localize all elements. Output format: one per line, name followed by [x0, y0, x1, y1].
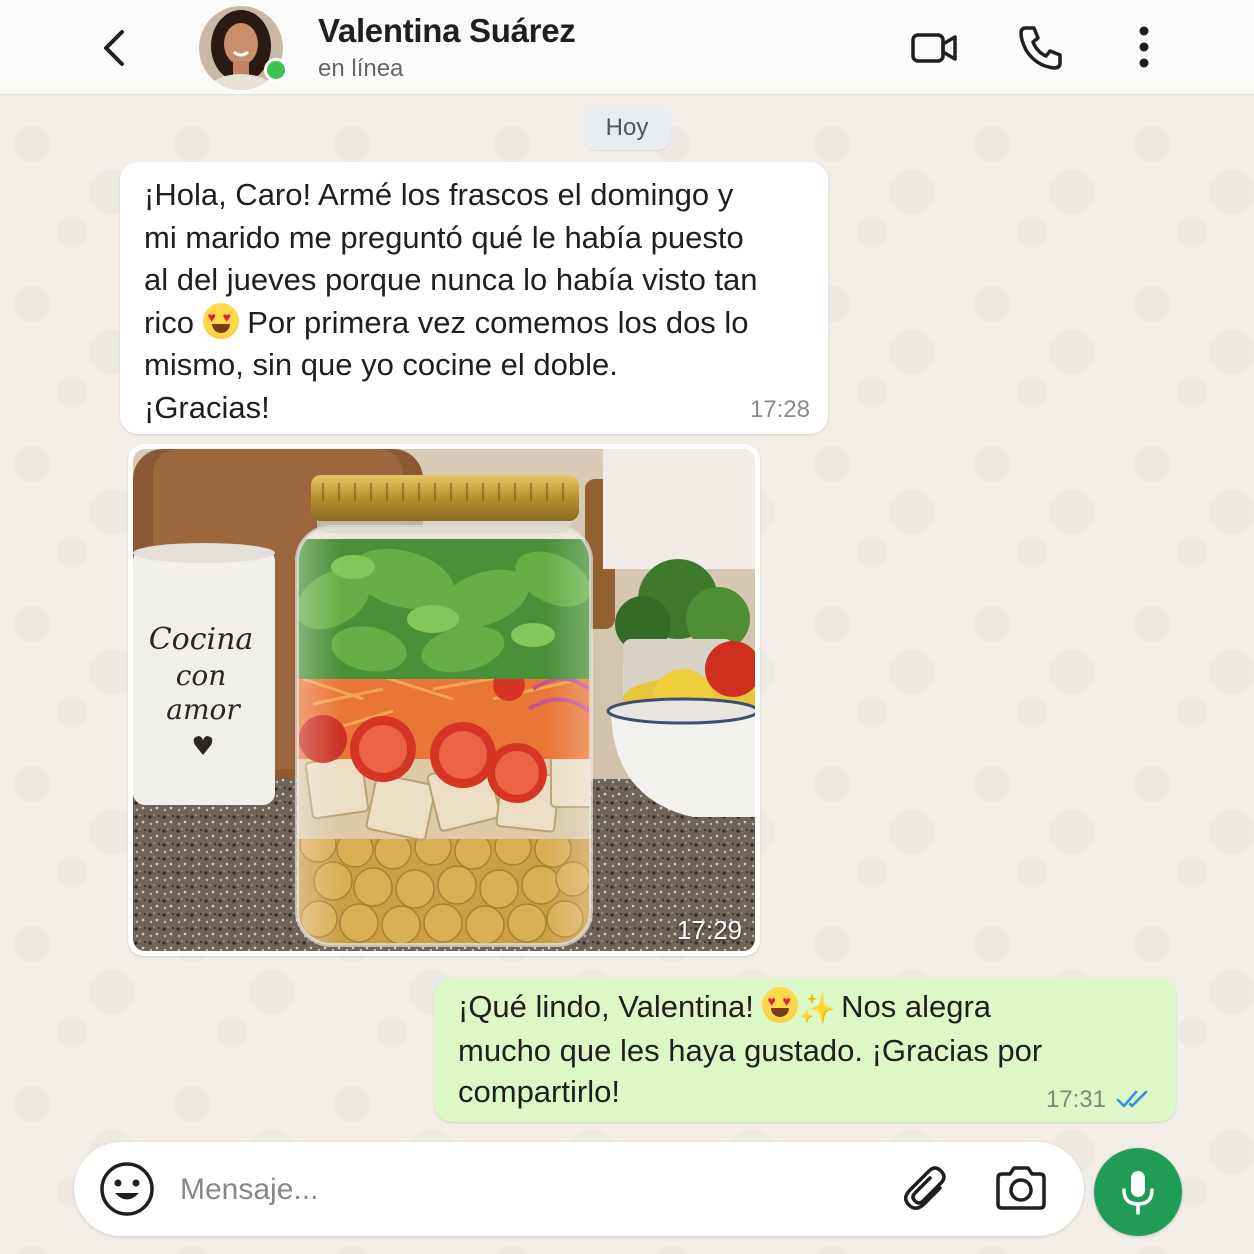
contact-name[interactable]: Valentina Suárez — [318, 12, 576, 50]
camera-icon — [996, 1166, 1046, 1210]
more-options-icon — [1139, 26, 1149, 68]
svg-text:amor: amor — [166, 693, 241, 726]
message-time: 17:31 — [1045, 1086, 1106, 1113]
mic-icon — [1122, 1171, 1154, 1215]
video-call-icon — [911, 33, 957, 63]
incoming-message[interactable]: ¡Hola, Caro! Armé los frascos el domingo… — [120, 162, 828, 434]
attach-button[interactable] — [900, 1162, 954, 1216]
back-icon — [104, 30, 124, 66]
message-line: mi marido me preguntó qué le había puest… — [144, 219, 744, 255]
read-ticks-icon — [1116, 1090, 1148, 1108]
camera-button[interactable] — [992, 1162, 1050, 1216]
contact-status: en línea — [318, 55, 404, 82]
photo-time: 17:29 — [676, 915, 742, 945]
canister-text: Cocina — [149, 622, 254, 657]
message-line: mucho que les haya gustado. ¡Gracias por — [458, 1033, 1043, 1068]
message-line: ¡Qué lindo, Valentina! ♥ ♥ ✨ Nos alegra — [458, 986, 1152, 1030]
outgoing-message[interactable]: ¡Qué lindo, Valentina! ♥ ♥ ✨ Nos alegra m… — [434, 978, 1176, 1122]
message-line: ¡Gracias! — [144, 389, 270, 425]
message-time: 17:28 — [749, 396, 810, 423]
heart-eyes-emoji-icon: ♥ ♥ — [762, 987, 799, 1023]
chat-header: Valentina Suárez en línea — [0, 0, 1254, 95]
message-line: rico ♥ ♥ Por primera vez comemos los dos … — [144, 302, 749, 340]
message-line: mismo, sin que yo cocine el doble. — [144, 347, 618, 382]
message-composer — [74, 1142, 1084, 1236]
voice-message-button[interactable] — [1094, 1148, 1182, 1236]
video-call-button[interactable] — [908, 22, 960, 74]
online-indicator — [264, 58, 288, 82]
back-button[interactable] — [92, 24, 136, 72]
attach-icon — [904, 1166, 946, 1210]
message-line: al del jueves porque nunca lo había vist… — [144, 262, 758, 297]
message-line: ¡Hola, Caro! Armé los frascos el domingo… — [144, 177, 734, 212]
date-chip: Hoy — [584, 106, 670, 150]
message-text: ¡Hola, Caro! Armé los frascos el domingo… — [144, 174, 804, 429]
photo-image: Cocina con amor — [133, 449, 755, 951]
voice-call-button[interactable] — [1014, 22, 1066, 74]
incoming-photo-message[interactable]: Cocina con amor 17:29 — [128, 444, 760, 956]
salad-jar-photo[interactable]: Cocina con amor — [133, 449, 755, 951]
emoji-button[interactable] — [98, 1160, 156, 1218]
sparkles-emoji-icon: ✨ — [798, 993, 836, 1026]
phone-icon — [1019, 26, 1062, 70]
heart-eyes-emoji-icon: ♥ ♥ — [202, 302, 239, 339]
more-options-button[interactable] — [1118, 22, 1170, 74]
message-input[interactable] — [178, 1164, 882, 1216]
svg-text:con: con — [176, 659, 227, 692]
emoji-icon — [100, 1162, 154, 1216]
